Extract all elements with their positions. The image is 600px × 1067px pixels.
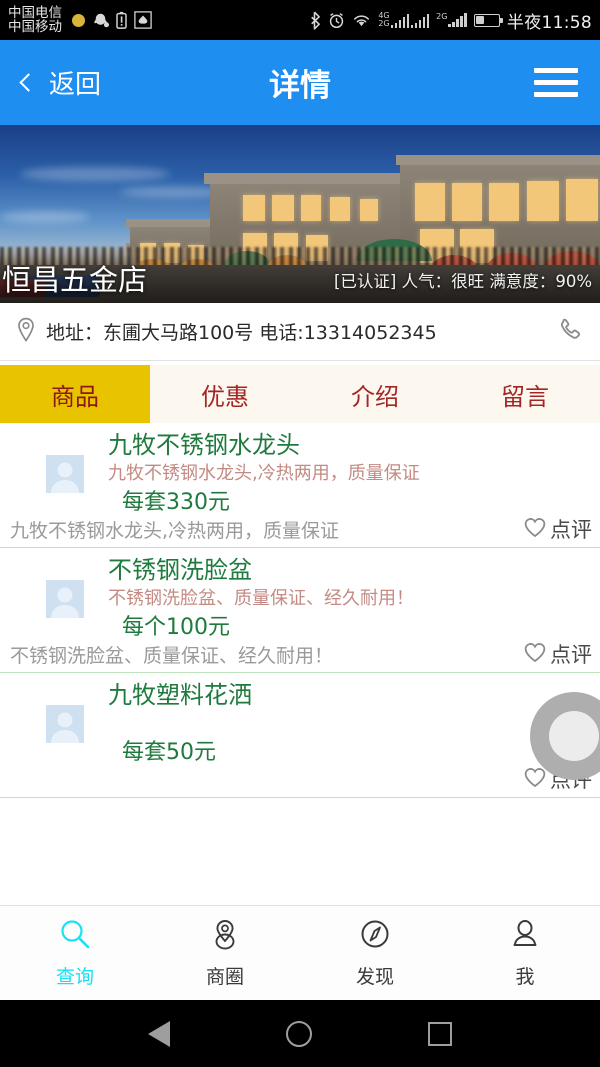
android-navigation-bar	[0, 1000, 600, 1067]
product-title: 九牧塑料花洒	[108, 681, 252, 709]
back-label: 返回	[49, 70, 102, 100]
compass-icon	[358, 918, 392, 956]
product-thumbnail	[46, 705, 84, 743]
shop-address-row: 地址：东圃大马路100号 电话:13314052345	[0, 303, 600, 361]
person-icon	[508, 918, 542, 956]
back-button[interactable]: 返回	[19, 64, 102, 101]
bluetooth-icon	[308, 11, 321, 30]
location-pin-icon	[208, 918, 242, 956]
alarm-icon	[328, 12, 345, 29]
review-button[interactable]: 点评	[523, 514, 592, 544]
location-pin-icon	[16, 317, 36, 347]
nav-item-business-circle[interactable]: 商圈	[150, 906, 300, 1000]
tab-messages[interactable]: 留言	[450, 365, 600, 423]
product-thumbnail	[46, 580, 84, 618]
status-right-icons: 4G 2G 2G 半夜11:58	[308, 8, 592, 33]
product-title: 不锈钢洗脸盆	[108, 556, 252, 584]
review-label: 点评	[550, 643, 592, 667]
nav-label-business-circle: 商圈	[205, 965, 244, 988]
shop-banner-image: 恒昌五金店 [已认证] 人气：很旺 满意度：90%	[0, 125, 600, 303]
tab-products[interactable]: 商品	[0, 365, 150, 423]
search-icon	[58, 918, 92, 956]
qq-icon	[92, 12, 109, 29]
heart-icon	[523, 516, 547, 542]
nav-item-discover[interactable]: 发现	[300, 906, 450, 1000]
product-description: 不锈钢洗脸盆、质量保证、经久耐用！	[108, 588, 414, 610]
carrier-primary: 中国电信	[8, 4, 62, 21]
carrier-labels: 中国电信 中国移动	[8, 4, 62, 35]
product-thumbnail	[46, 455, 84, 493]
product-list-item[interactable]: 不锈钢洗脸盆 不锈钢洗脸盆、质量保证、经久耐用！ 每个100元 不锈钢洗脸盆、质…	[0, 548, 600, 673]
shop-address-text: 地址：东圃大马路100号 电话:13314052345	[46, 322, 437, 344]
product-title: 九牧不锈钢水龙头	[108, 431, 300, 459]
banner-caption: 恒昌五金店 [已认证] 人气：很旺 满意度：90%	[0, 263, 600, 298]
recents-square-icon[interactable]	[428, 1021, 452, 1046]
nav-label-discover: 发现	[355, 965, 394, 988]
nav-label-search: 查询	[55, 965, 94, 988]
heart-icon	[523, 766, 547, 792]
phone-screen: 中国电信 中国移动 4G 2G 2G 半夜11:58 返回 详情 恒昌五金店 […	[0, 0, 600, 1067]
tab-introduction[interactable]: 介绍	[300, 365, 450, 423]
product-list-item[interactable]: 九牧塑料花洒 每套50元 点评	[0, 673, 600, 798]
heart-icon	[523, 641, 547, 667]
detail-tabs: 商品 优惠 介绍 留言	[0, 365, 600, 423]
product-description	[108, 711, 590, 738]
product-list[interactable]: 九牧不锈钢水龙头 九牧不锈钢水龙头,冷热两用，质量保证 每套330元 九牧不锈钢…	[0, 423, 600, 905]
home-circle-icon[interactable]	[286, 1020, 312, 1047]
product-footer-text: 九牧不锈钢水龙头,冷热两用，质量保证	[10, 519, 340, 542]
dot-icon	[72, 13, 85, 27]
chevron-left-icon	[19, 73, 38, 92]
nav-label-profile: 我	[515, 965, 535, 988]
status-left-icons	[72, 11, 152, 29]
phone-icon[interactable]	[556, 316, 584, 348]
status-clock: 半夜11:58	[506, 12, 592, 33]
status-bar: 中国电信 中国移动 4G 2G 2G 半夜11:58	[0, 0, 600, 40]
carrier-secondary: 中国移动	[8, 19, 62, 35]
product-list-item[interactable]: 九牧不锈钢水龙头 九牧不锈钢水龙头,冷热两用，质量保证 每套330元 九牧不锈钢…	[0, 423, 600, 548]
app-header: 返回 详情	[0, 40, 600, 125]
tab-promotions[interactable]: 优惠	[150, 365, 300, 423]
signal-1-icon: 4G 2G	[378, 12, 430, 28]
nav-item-profile[interactable]: 我	[450, 906, 600, 1000]
signal-2-icon: 2G	[436, 13, 467, 27]
hamburger-icon[interactable]	[534, 68, 578, 97]
shop-meta: [已认证] 人气：很旺 满意度：90%	[333, 272, 592, 291]
huawei-icon	[134, 11, 152, 29]
bottom-navigation: 查询 商圈 发现 我	[0, 905, 600, 1000]
battery-saver-icon	[116, 11, 127, 29]
shop-name: 恒昌五金店	[2, 263, 148, 298]
battery-icon	[473, 13, 503, 27]
back-triangle-icon[interactable]	[148, 1020, 170, 1047]
nav-item-search[interactable]: 查询	[0, 906, 150, 1000]
product-footer-text: 不锈钢洗脸盆、质量保证、经久耐用！	[10, 644, 334, 667]
wifi-icon	[352, 13, 371, 28]
product-description: 九牧不锈钢水龙头,冷热两用，质量保证	[108, 463, 420, 485]
review-label: 点评	[550, 518, 592, 542]
review-button[interactable]: 点评	[523, 639, 592, 669]
